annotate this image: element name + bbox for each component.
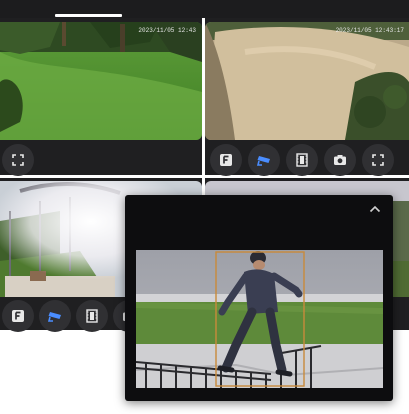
f-mode-button[interactable]: [2, 300, 34, 332]
active-tab-indicator[interactable]: [55, 14, 122, 17]
f-badge-icon: [220, 154, 232, 166]
recordings-button[interactable]: [286, 144, 318, 176]
camera-tile-driveway[interactable]: 2023/11/05 12:43:17: [205, 18, 409, 176]
camera-timestamp: 2023/11/05 12:43: [138, 27, 196, 34]
camera-timestamp: 2023/11/05 12:43:17: [335, 27, 404, 34]
chevron-up-icon[interactable]: [369, 205, 381, 213]
fullscreen-button[interactable]: [2, 144, 34, 176]
fullscreen-icon: [372, 154, 384, 166]
film-strip-icon: [86, 309, 98, 323]
film-strip-icon: [296, 153, 308, 167]
fullscreen-icon: [12, 154, 24, 166]
snapshot-button[interactable]: [324, 144, 356, 176]
ptz-camera-button[interactable]: [248, 144, 280, 176]
camera-icon: [334, 155, 346, 165]
recordings-button[interactable]: [76, 300, 108, 332]
f-mode-button[interactable]: [210, 144, 242, 176]
fullscreen-button[interactable]: [362, 144, 394, 176]
camera-feed-lawn[interactable]: 2023/11/05 12:43: [0, 22, 202, 140]
f-badge-icon: [12, 310, 24, 322]
cctv-icon: [47, 312, 61, 322]
cctv-icon: [256, 156, 270, 166]
camera-feed-driveway[interactable]: 2023/11/05 12:43:17: [205, 22, 409, 140]
camera-tile-lawn[interactable]: 2023/11/05 12:43: [0, 18, 202, 176]
event-clip-thumbnail[interactable]: [136, 250, 383, 388]
ptz-camera-button[interactable]: [39, 300, 71, 332]
detection-event-popup[interactable]: [125, 195, 393, 401]
